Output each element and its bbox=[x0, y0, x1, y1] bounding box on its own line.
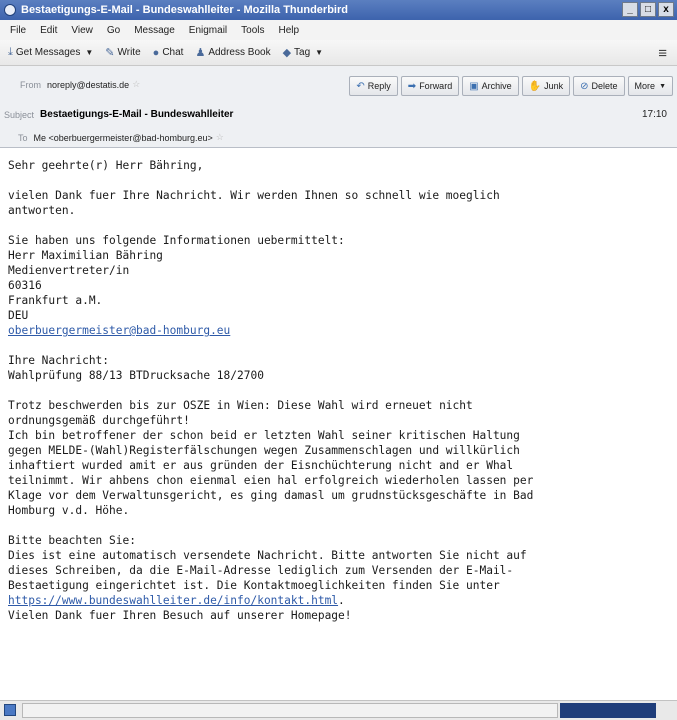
close-button[interactable]: x bbox=[658, 2, 674, 17]
body-line: Bestaetigung eingerichtet ist. Die Konta… bbox=[8, 579, 500, 592]
status-bar bbox=[0, 700, 677, 720]
menu-go[interactable]: Go bbox=[107, 25, 120, 36]
body-line: ordnungsgemäß durchgeführt! bbox=[8, 414, 190, 427]
to-address[interactable]: Me <oberbuergermeister@bad-homburg.eu> bbox=[34, 133, 213, 143]
body-line: Dies ist eine automatisch versendete Nac… bbox=[8, 549, 527, 562]
contact-icon: ♟ bbox=[195, 47, 206, 59]
body-line: antworten. bbox=[8, 204, 76, 217]
more-label: More bbox=[634, 81, 656, 91]
chevron-down-icon: ▼ bbox=[659, 82, 666, 90]
get-messages-button[interactable]: ⤓ Get Messages ▼ bbox=[8, 46, 93, 59]
thunderbird-app-icon bbox=[4, 4, 16, 16]
junk-label: Junk bbox=[544, 81, 564, 91]
closing-line: Vielen Dank fuer Ihren Besuch auf unsere… bbox=[8, 609, 352, 622]
status-text-pane bbox=[22, 703, 558, 718]
forward-button[interactable]: ➡ Forward bbox=[400, 76, 460, 96]
body-line: teilnimmt. Wir ahbens chon eienmal eien … bbox=[8, 474, 534, 487]
reply-label: Reply bbox=[367, 81, 391, 91]
from-label: From bbox=[20, 79, 41, 90]
address-book-label: Address Book bbox=[208, 47, 271, 58]
forward-icon: ➡ bbox=[407, 80, 417, 92]
title-bar: Bestaetigungs-E-Mail - Bundeswahlleiter … bbox=[0, 0, 677, 20]
delete-label: Delete bbox=[591, 81, 618, 91]
sender-name: Herr Maximilian Bähring bbox=[8, 249, 163, 262]
menu-edit[interactable]: Edit bbox=[40, 25, 57, 36]
junk-button[interactable]: ✋ Junk bbox=[521, 76, 571, 96]
tag-button[interactable]: ◆ Tag ▼ bbox=[283, 46, 324, 59]
menu-message[interactable]: Message bbox=[134, 25, 175, 36]
reply-icon: ↶ bbox=[356, 80, 365, 92]
sender-role: Medienvertreter/in bbox=[8, 264, 130, 277]
chat-bubble-icon: ● bbox=[152, 46, 160, 59]
forward-label: Forward bbox=[419, 81, 453, 91]
body-line: vielen Dank fuer Ihre Nachricht. Wir wer… bbox=[8, 189, 500, 202]
app-menu-icon[interactable]: ≡ bbox=[658, 45, 667, 62]
menu-file[interactable]: File bbox=[10, 25, 26, 36]
to-row: To Me <oberbuergermeister@bad-homburg.eu… bbox=[0, 132, 677, 143]
body-line: gegen MELDE-(Wahl)Registerfälschungen we… bbox=[8, 444, 520, 457]
tag-label: Tag bbox=[294, 47, 311, 58]
pencil-icon: ✎ bbox=[105, 47, 115, 59]
body-line: Homburg v.d. Höhe. bbox=[8, 504, 130, 517]
activity-icon[interactable] bbox=[4, 704, 16, 716]
status-progress-pane bbox=[560, 703, 656, 718]
window-controls: _ □ x bbox=[622, 2, 674, 17]
menu-view[interactable]: View bbox=[71, 25, 93, 36]
chevron-down-icon[interactable]: ▼ bbox=[85, 48, 93, 57]
body-line: Ich bin betroffener der schon beid er le… bbox=[8, 429, 520, 442]
maximize-button[interactable]: □ bbox=[640, 2, 656, 17]
link-suffix: . bbox=[338, 594, 345, 607]
more-button[interactable]: More ▼ bbox=[627, 76, 673, 96]
body-line: Wahlprüfung 88/13 BTDrucksache 18/2700 bbox=[8, 369, 264, 382]
sender-city: Frankfurt a.M. bbox=[8, 294, 103, 307]
from-address[interactable]: noreply@destatis.de bbox=[47, 80, 129, 90]
body-line: dieses Schreiben, da die E-Mail-Adresse … bbox=[8, 564, 514, 577]
chevron-down-icon[interactable]: ▼ bbox=[315, 48, 323, 57]
sender-country: DEU bbox=[8, 309, 29, 322]
body-line: Klage vor dem Verwaltunsgericht, es ging… bbox=[8, 489, 534, 502]
window-title: Bestaetigungs-E-Mail - Bundeswahlleiter … bbox=[21, 4, 348, 16]
star-icon[interactable]: ☆ bbox=[216, 132, 224, 143]
minimize-button[interactable]: _ bbox=[622, 2, 638, 17]
archive-icon: ▣ bbox=[469, 80, 479, 92]
download-icon: ⤓ bbox=[8, 46, 13, 58]
archive-label: Archive bbox=[481, 81, 512, 91]
thumb-down-icon: ✋ bbox=[528, 80, 542, 92]
chat-label: Chat bbox=[162, 47, 184, 58]
message-header: From noreply@destatis.de ☆ ↶ Reply ➡ Forwa… bbox=[0, 66, 677, 148]
greeting: Sehr geehrte(r) Herr Bähring, bbox=[8, 159, 204, 172]
tag-icon: ◆ bbox=[282, 47, 292, 59]
write-button[interactable]: ✎ Write bbox=[105, 46, 140, 59]
delete-icon: ⊘ bbox=[580, 80, 589, 92]
star-icon[interactable]: ☆ bbox=[132, 79, 140, 90]
get-messages-label: Get Messages bbox=[15, 47, 81, 58]
reply-button[interactable]: ↶ Reply bbox=[349, 76, 398, 96]
body-line: Trotz beschwerden bis zur OSZE in Wien: … bbox=[8, 399, 473, 412]
archive-button[interactable]: ▣ Archive bbox=[462, 76, 519, 96]
body-line: Sie haben uns folgende Informationen ueb… bbox=[8, 234, 345, 247]
subject-text: Bestaetigungs-E-Mail - Bundeswahlleiter bbox=[40, 109, 234, 120]
address-book-button[interactable]: ♟ Address Book bbox=[195, 46, 270, 59]
chat-button[interactable]: ● Chat bbox=[153, 47, 184, 59]
body-line: Ihre Nachricht: bbox=[8, 354, 110, 367]
menu-bar: File Edit View Go Message Enigmail Tools… bbox=[0, 20, 677, 40]
menu-enigmail[interactable]: Enigmail bbox=[189, 25, 227, 36]
message-time: 17:10 bbox=[641, 109, 667, 120]
delete-button[interactable]: ⊘ Delete bbox=[573, 76, 625, 96]
menu-help[interactable]: Help bbox=[279, 25, 300, 36]
main-toolbar: ⤓ Get Messages ▼ ✎ Write ● Chat ♟ Addres… bbox=[0, 40, 677, 66]
subject-label: Subject bbox=[4, 109, 35, 120]
contact-link[interactable]: https://www.bundeswahlleiter.de/info/kon… bbox=[8, 594, 338, 607]
sender-zip: 60316 bbox=[8, 279, 42, 292]
to-label: To bbox=[18, 132, 28, 143]
body-line: Bitte beachten Sie: bbox=[8, 534, 136, 547]
sender-email-link[interactable]: oberbuergermeister@bad-homburg.eu bbox=[8, 324, 230, 337]
message-actions: ↶ Reply ➡ Forward ▣ Archive ✋ Junk ⊘ Delete M… bbox=[349, 76, 673, 96]
write-label: Write bbox=[117, 47, 141, 58]
subject-row: Subject Bestaetigungs-E-Mail - Bundeswah… bbox=[0, 109, 677, 120]
message-body: Sehr geehrte(r) Herr Bähring, vielen Dan… bbox=[8, 148, 668, 623]
menu-tools[interactable]: Tools bbox=[241, 25, 264, 36]
body-line: inhaftiert wurded amit er aus gründen de… bbox=[8, 459, 514, 472]
